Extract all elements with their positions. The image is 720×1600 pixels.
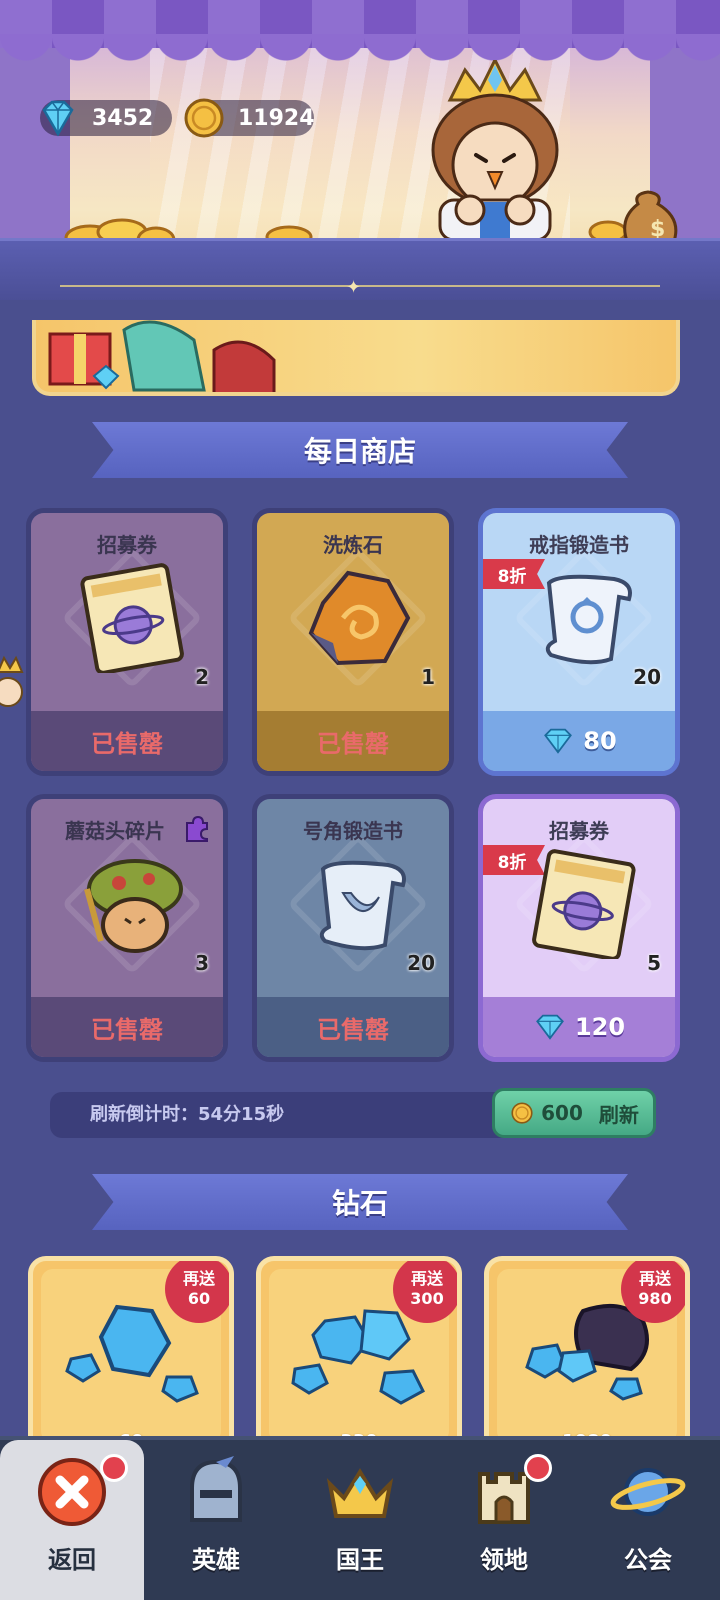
crown-icon [326, 1468, 394, 1518]
horn-scroll-icon [319, 860, 406, 951]
bottom-navigation: 返回 英雄 国王 领地 公会 [0, 1436, 720, 1600]
price-value: 120 [574, 1013, 626, 1041]
side-event-icon[interactable] [0, 652, 24, 722]
item-quantity: 2 [195, 665, 209, 689]
daily-shop-header: 每日商店 [92, 422, 628, 478]
recruit-ticket-icon [532, 849, 636, 959]
price-button[interactable]: 120 [483, 997, 675, 1057]
gem-icon [42, 100, 74, 137]
sold-out-label: 已售罄 [257, 997, 449, 1057]
sold-out-label: 已售罄 [31, 711, 223, 771]
price-value: 80 [583, 727, 617, 755]
diamonds-header: 钻石 [92, 1174, 628, 1230]
refresh-cost: 600 [541, 1101, 583, 1125]
nav-guild[interactable]: 公会 [576, 1440, 720, 1600]
gift-box-illustration [48, 320, 276, 392]
shop-header-banner: $ 3452 11924 ✦ [0, 0, 720, 300]
bonus-amount: 300 [410, 1289, 444, 1308]
diamonds-title: 钻石 [331, 1187, 388, 1220]
nav-label: 英雄 [192, 1546, 240, 1574]
king-shopkeeper-illustration [431, 60, 559, 240]
item-quantity: 3 [195, 951, 209, 975]
refresh-countdown: 刷新倒计时：54分15秒 [90, 1104, 285, 1125]
shop-counter: ✦ [0, 238, 720, 300]
refresh-label: 刷新 [598, 1102, 639, 1127]
puzzle-piece-icon [186, 815, 208, 842]
coin-count: 11924 [238, 105, 315, 131]
bonus-badge: 再送 300 [393, 1261, 457, 1323]
nav-label: 国王 [336, 1546, 384, 1574]
shop-item-ring-forge-book[interactable]: 戒指锻造书 8折 20 80 [478, 508, 680, 776]
sparkle-icon: ✦ [346, 277, 362, 298]
gem-icon [536, 1014, 564, 1040]
shop-item-refine-stone[interactable]: 洗炼石 1 已售罄 [252, 508, 454, 776]
gem-count: 3452 [92, 105, 154, 131]
item-quantity: 1 [421, 665, 435, 689]
item-name: 戒指锻造书 [529, 533, 629, 557]
bonus-label: 再送 [182, 1269, 215, 1288]
close-icon [38, 1458, 106, 1526]
item-quantity: 20 [407, 951, 435, 975]
mushroom-hero-icon [84, 859, 183, 953]
nav-heroes[interactable]: 英雄 [144, 1440, 288, 1600]
diamond-pack-large[interactable]: 再送 980 1080 [484, 1256, 690, 1456]
bonus-amount: 60 [187, 1289, 211, 1308]
promo-banner[interactable] [32, 320, 680, 396]
refresh-button[interactable]: 600 刷新 [492, 1088, 656, 1138]
sold-out-label: 已售罄 [31, 997, 223, 1057]
curtain [0, 0, 720, 62]
shop-item-recruit-ticket[interactable]: 招募券 2 已售罄 [26, 508, 228, 776]
nav-label: 返回 [48, 1546, 96, 1574]
notification-dot [524, 1454, 552, 1482]
bonus-badge: 再送 980 [621, 1261, 685, 1323]
recruit-ticket-icon [80, 563, 184, 673]
item-quantity: 20 [633, 665, 661, 689]
bonus-label: 再送 [638, 1269, 671, 1288]
shop-item-recruit-ticket-discount[interactable]: 招募券 8折 5 120 [478, 794, 680, 1062]
item-quantity: 5 [647, 951, 661, 975]
nav-label: 公会 [624, 1546, 672, 1574]
nav-back[interactable]: 返回 [0, 1440, 144, 1600]
item-name: 号角锻造书 [303, 819, 403, 843]
gem-balance: 3452 [40, 100, 172, 137]
daily-shop-title: 每日商店 [303, 435, 416, 468]
bonus-badge: 再送 60 [165, 1261, 229, 1323]
notification-dot [100, 1454, 128, 1482]
shop-item-horn-forge-book[interactable]: 号角锻造书 20 已售罄 [252, 794, 454, 1062]
refine-stone-icon [308, 570, 411, 666]
shop-item-mushroom-shard[interactable]: 蘑菇头碎片 3 已售罄 [26, 794, 228, 1062]
ring-scroll-icon [545, 574, 632, 665]
nav-label: 领地 [480, 1546, 528, 1574]
nav-king[interactable]: 国王 [288, 1440, 432, 1600]
coin-icon [511, 1102, 533, 1124]
coin-balance: 11924 [184, 98, 315, 138]
diamond-pack-small[interactable]: 再送 60 60 [28, 1256, 234, 1456]
coin-icon [184, 98, 224, 138]
bonus-amount: 980 [638, 1289, 672, 1308]
item-name: 洗炼石 [323, 533, 383, 557]
price-button[interactable]: 80 [483, 711, 675, 771]
knight-helmet-icon [190, 1456, 242, 1522]
sold-out-label: 已售罄 [257, 711, 449, 771]
item-name: 招募券 [549, 819, 609, 843]
diamond-pack-medium[interactable]: 再送 300 330 [256, 1256, 462, 1456]
planet-icon [610, 1468, 686, 1516]
nav-territory[interactable]: 领地 [432, 1440, 576, 1600]
gem-icon [544, 728, 573, 754]
item-name: 招募券 [97, 533, 157, 557]
bonus-label: 再送 [410, 1269, 443, 1288]
